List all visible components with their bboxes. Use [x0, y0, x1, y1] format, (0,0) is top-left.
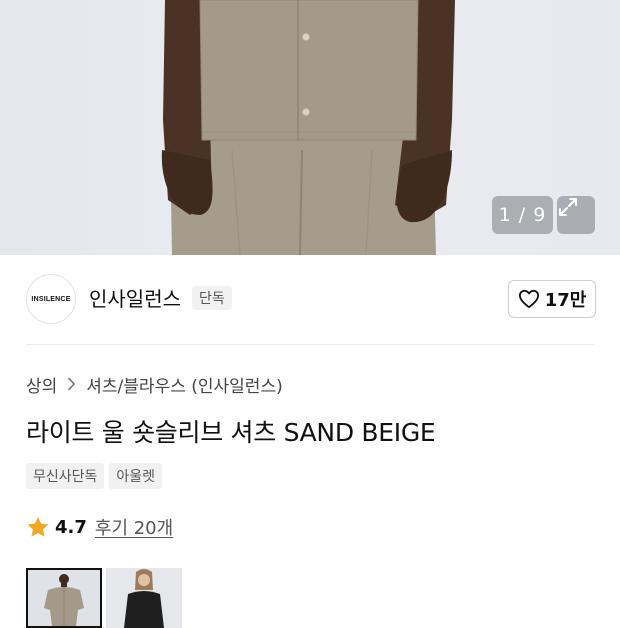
- like-count: 17만: [544, 290, 587, 311]
- breadcrumb-item-subcategory[interactable]: 셔츠/블라우스 (인사일런스): [86, 372, 282, 397]
- chevron-right-icon: [67, 377, 76, 391]
- section-divider: [26, 344, 594, 345]
- breadcrumb: 상의 셔츠/블라우스 (인사일런스): [26, 372, 283, 397]
- expand-button[interactable]: [557, 196, 595, 234]
- expand-icon: [559, 198, 577, 216]
- tag-exclusive: 무신사단독: [26, 463, 105, 489]
- product-tags: 무신사단독 아울렛: [26, 463, 163, 489]
- product-title: 라이트 울 숏슬리브 셔츠 SAND BEIGE: [26, 418, 436, 447]
- rating-row: 4.7 후기 20개: [26, 513, 173, 541]
- breadcrumb-item-category[interactable]: 상의: [26, 372, 57, 397]
- tag-outlet: 아울렛: [109, 463, 163, 489]
- image-counter: 1 / 9: [492, 196, 553, 234]
- exclusive-badge: 단독: [192, 286, 232, 310]
- review-count-link[interactable]: 후기 20개: [95, 514, 173, 540]
- product-main-image[interactable]: 1 / 9: [0, 0, 620, 255]
- heart-outline-icon: [518, 289, 539, 309]
- brand-name[interactable]: 인사일런스: [89, 283, 181, 312]
- brand-logo-text: INSILENCE: [31, 295, 71, 303]
- thumbnail-2[interactable]: [106, 568, 182, 628]
- thumbnail-image: [106, 568, 182, 628]
- star-filled-icon: [27, 516, 49, 537]
- thumbnail-image: [28, 570, 100, 626]
- image-thumbnails: [26, 568, 182, 628]
- brand-logo[interactable]: INSILENCE: [26, 274, 76, 324]
- brand-row: INSILENCE 인사일런스 단독 17만: [0, 255, 620, 345]
- thumbnail-1[interactable]: [26, 568, 102, 628]
- like-button[interactable]: 17만: [508, 280, 596, 318]
- rating-score: 4.7: [55, 516, 87, 538]
